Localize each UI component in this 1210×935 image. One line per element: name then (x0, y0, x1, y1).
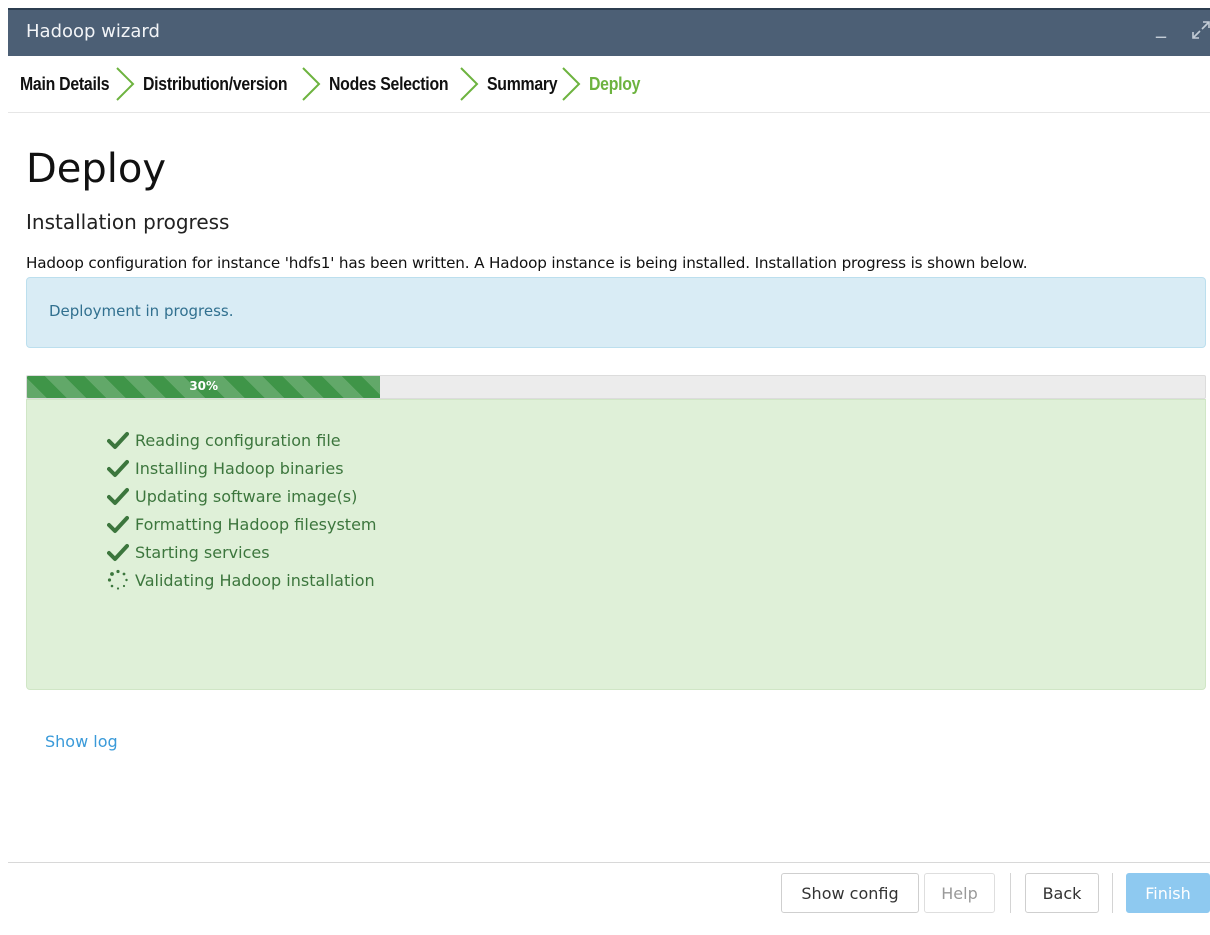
check-icon (107, 488, 129, 505)
task-list: Reading configuration file Installing Ha… (107, 426, 377, 594)
progress-fill: 30% (27, 376, 381, 398)
steps-divider (8, 112, 1210, 113)
task-label: Validating Hadoop installation (135, 570, 375, 590)
step-label: Distribution/version (143, 73, 288, 94)
task-label: Starting services (135, 542, 270, 562)
progress-bar: 30% (26, 375, 1206, 399)
step-label: Summary (487, 73, 558, 94)
list-item: Reading configuration file (107, 426, 377, 454)
page-title: Deploy (26, 146, 167, 192)
task-label: Installing Hadoop binaries (135, 458, 344, 478)
list-item: Updating software image(s) (107, 482, 377, 510)
chevron-right-icon (562, 67, 581, 101)
list-item: Starting services (107, 538, 377, 566)
minimize-icon[interactable]: _ (1156, 16, 1166, 36)
task-panel: Reading configuration file Installing Ha… (26, 399, 1206, 690)
chevron-right-icon (302, 67, 321, 101)
button-separator (1112, 873, 1113, 913)
list-item: Installing Hadoop binaries (107, 454, 377, 482)
footer-divider (8, 862, 1210, 863)
wizard-steps: Main Details Distribution/version Nodes … (20, 62, 647, 106)
back-button[interactable]: Back (1025, 873, 1099, 913)
show-config-button[interactable]: Show config (781, 873, 919, 913)
spinner-icon (107, 569, 128, 590)
step-deploy[interactable]: Deploy (589, 74, 647, 95)
step-main-details[interactable]: Main Details (20, 66, 143, 102)
progress-label: 30% (189, 379, 219, 393)
step-label: Nodes Selection (329, 73, 449, 94)
window-title: Hadoop wizard (26, 21, 160, 42)
step-label-active: Deploy (588, 73, 641, 94)
chevron-right-icon (116, 67, 135, 101)
check-icon (107, 516, 129, 533)
alert-text: Deployment in progress. (49, 302, 234, 320)
check-icon (107, 460, 129, 477)
help-button[interactable]: Help (924, 873, 995, 913)
step-label: Main Details (20, 73, 110, 94)
step-distribution-version[interactable]: Distribution/version (143, 66, 329, 102)
finish-button[interactable]: Finish (1126, 873, 1210, 913)
step-summary[interactable]: Summary (487, 66, 589, 102)
check-icon (107, 544, 129, 561)
chevron-right-icon (460, 67, 479, 101)
task-label: Formatting Hadoop filesystem (135, 514, 377, 534)
list-item: Formatting Hadoop filesystem (107, 510, 377, 538)
check-icon (107, 432, 129, 449)
button-separator (1010, 873, 1011, 913)
task-label: Updating software image(s) (135, 486, 358, 506)
list-item: Validating Hadoop installation (107, 566, 377, 594)
maximize-icon[interactable] (1191, 20, 1210, 40)
section-subtitle: Installation progress (26, 210, 230, 234)
window-titlebar: Hadoop wizard _ (8, 8, 1210, 56)
info-alert: Deployment in progress. (26, 277, 1206, 348)
step-nodes-selection[interactable]: Nodes Selection (329, 66, 487, 102)
show-log-link[interactable]: Show log (45, 732, 118, 751)
page-description: Hadoop configuration for instance 'hdfs1… (26, 254, 1028, 272)
task-label: Reading configuration file (135, 430, 341, 450)
